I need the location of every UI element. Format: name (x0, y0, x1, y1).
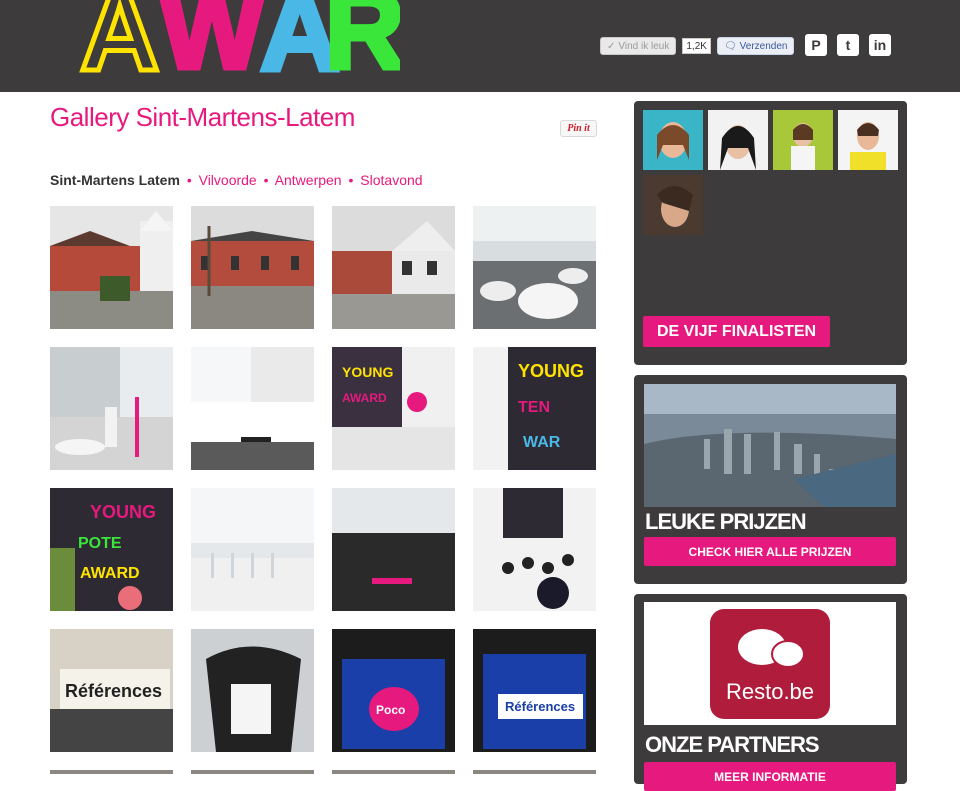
nav-separator: • (186, 172, 192, 188)
site-header: A W A R ✓ Vind ik leuk 1,2K 🗨 Verzenden … (0, 0, 960, 92)
pin-it-button[interactable]: Pin it (560, 120, 597, 137)
finalists-button[interactable]: DE VIJF FINALISTEN (643, 316, 830, 347)
gallery-photo[interactable] (191, 488, 314, 611)
svg-text:TEN: TEN (518, 399, 550, 416)
nav-separator: • (348, 172, 354, 188)
gallery-link-slotavond[interactable]: Slotavond (360, 172, 422, 188)
speech-bubble-icon: 🗨 (723, 40, 737, 52)
partners-heading: ONZE PARTNERS (645, 732, 820, 757)
svg-text:YOUNG: YOUNG (90, 502, 156, 522)
prizes-button[interactable]: CHECK HIER ALLE PRIJZEN (644, 537, 896, 566)
svg-text:A: A (80, 0, 159, 80)
avatar[interactable] (708, 110, 768, 170)
gallery-photo[interactable] (473, 488, 596, 611)
gallery-nav-current: Sint-Martens Latem (50, 172, 180, 188)
svg-text:AWARD: AWARD (80, 565, 140, 582)
resto-logo-text: Resto.be (726, 679, 814, 704)
facebook-widgets: ✓ Vind ik leuk 1,2K 🗨 Verzenden (600, 36, 795, 56)
photo-gallery: YOUNG AWARD YOUNG TEN WAR YOUNG POTE AWARD Ré… (50, 206, 598, 752)
twitter-icon[interactable]: t (837, 34, 859, 56)
svg-text:YOUNG: YOUNG (342, 364, 393, 380)
gallery-photo[interactable]: YOUNG TEN WAR (473, 347, 596, 470)
svg-text:AWARD: AWARD (342, 391, 387, 405)
page-title: Gallery Sint-Martens-Latem (50, 102, 355, 132)
gallery-photo[interactable]: Références (50, 629, 173, 752)
partner-logo-panel[interactable]: Resto.be (644, 602, 896, 725)
avatar[interactable] (643, 175, 703, 235)
prizes-box: LEUKE PRIJZEN CHECK HIER ALLE PRIJZEN (634, 375, 907, 584)
svg-text:POTE: POTE (78, 535, 122, 552)
linkedin-icon[interactable]: in (869, 34, 891, 56)
facebook-like-button[interactable]: ✓ Vind ik leuk (600, 37, 677, 55)
gallery-photo[interactable]: YOUNG AWARD (332, 347, 455, 470)
gallery-next-row (50, 770, 596, 774)
check-icon: ✓ (607, 40, 616, 52)
like-count: 1,2K (682, 38, 711, 54)
partners-box: Resto.be ONZE PARTNERS MEER INFORMATIE (634, 594, 907, 791)
gallery-photo[interactable] (191, 629, 314, 752)
more-info-button[interactable]: MEER INFORMATIE (644, 762, 896, 791)
avatar[interactable] (773, 110, 833, 170)
gallery-photo[interactable] (332, 488, 455, 611)
prizes-heading: LEUKE PRIJZEN (645, 509, 807, 534)
finalists-box: DE VIJF FINALISTEN (634, 101, 907, 365)
gallery-photo[interactable] (473, 206, 596, 329)
gallery-photo[interactable]: Références (473, 629, 596, 752)
prize-image[interactable] (644, 384, 896, 507)
gallery-photo[interactable]: YOUNG POTE AWARD (50, 488, 173, 611)
svg-text:W: W (160, 0, 264, 80)
resto-logo: Resto.be (710, 608, 830, 719)
gallery-photo[interactable]: Poco (332, 629, 455, 752)
avatar[interactable] (643, 110, 703, 170)
gallery-photo[interactable] (191, 347, 314, 470)
avatar[interactable] (838, 110, 898, 170)
svg-text:WAR: WAR (523, 434, 561, 451)
svg-text:Poco: Poco (376, 703, 405, 717)
svg-text:YOUNG: YOUNG (518, 361, 584, 381)
nav-separator: • (263, 172, 269, 188)
gallery-photo[interactable] (191, 206, 314, 329)
svg-text:R: R (325, 0, 400, 80)
facebook-send-button[interactable]: 🗨 Verzenden (716, 37, 795, 55)
share-icons: P t in (805, 34, 891, 56)
gallery-link-antwerpen[interactable]: Antwerpen (275, 172, 342, 188)
award-logo[interactable]: A W A R (60, 0, 401, 80)
finalist-avatars (643, 110, 898, 235)
gallery-photo[interactable] (50, 347, 173, 470)
gallery-photo[interactable] (50, 206, 173, 329)
gallery-photo[interactable] (332, 206, 455, 329)
svg-text:Références: Références (505, 699, 575, 714)
svg-text:Références: Références (65, 681, 162, 701)
gallery-nav: Sint-Martens Latem • Vilvoorde • Antwerp… (50, 172, 423, 188)
pinterest-icon[interactable]: P (805, 34, 827, 56)
gallery-link-vilvoorde[interactable]: Vilvoorde (199, 172, 257, 188)
